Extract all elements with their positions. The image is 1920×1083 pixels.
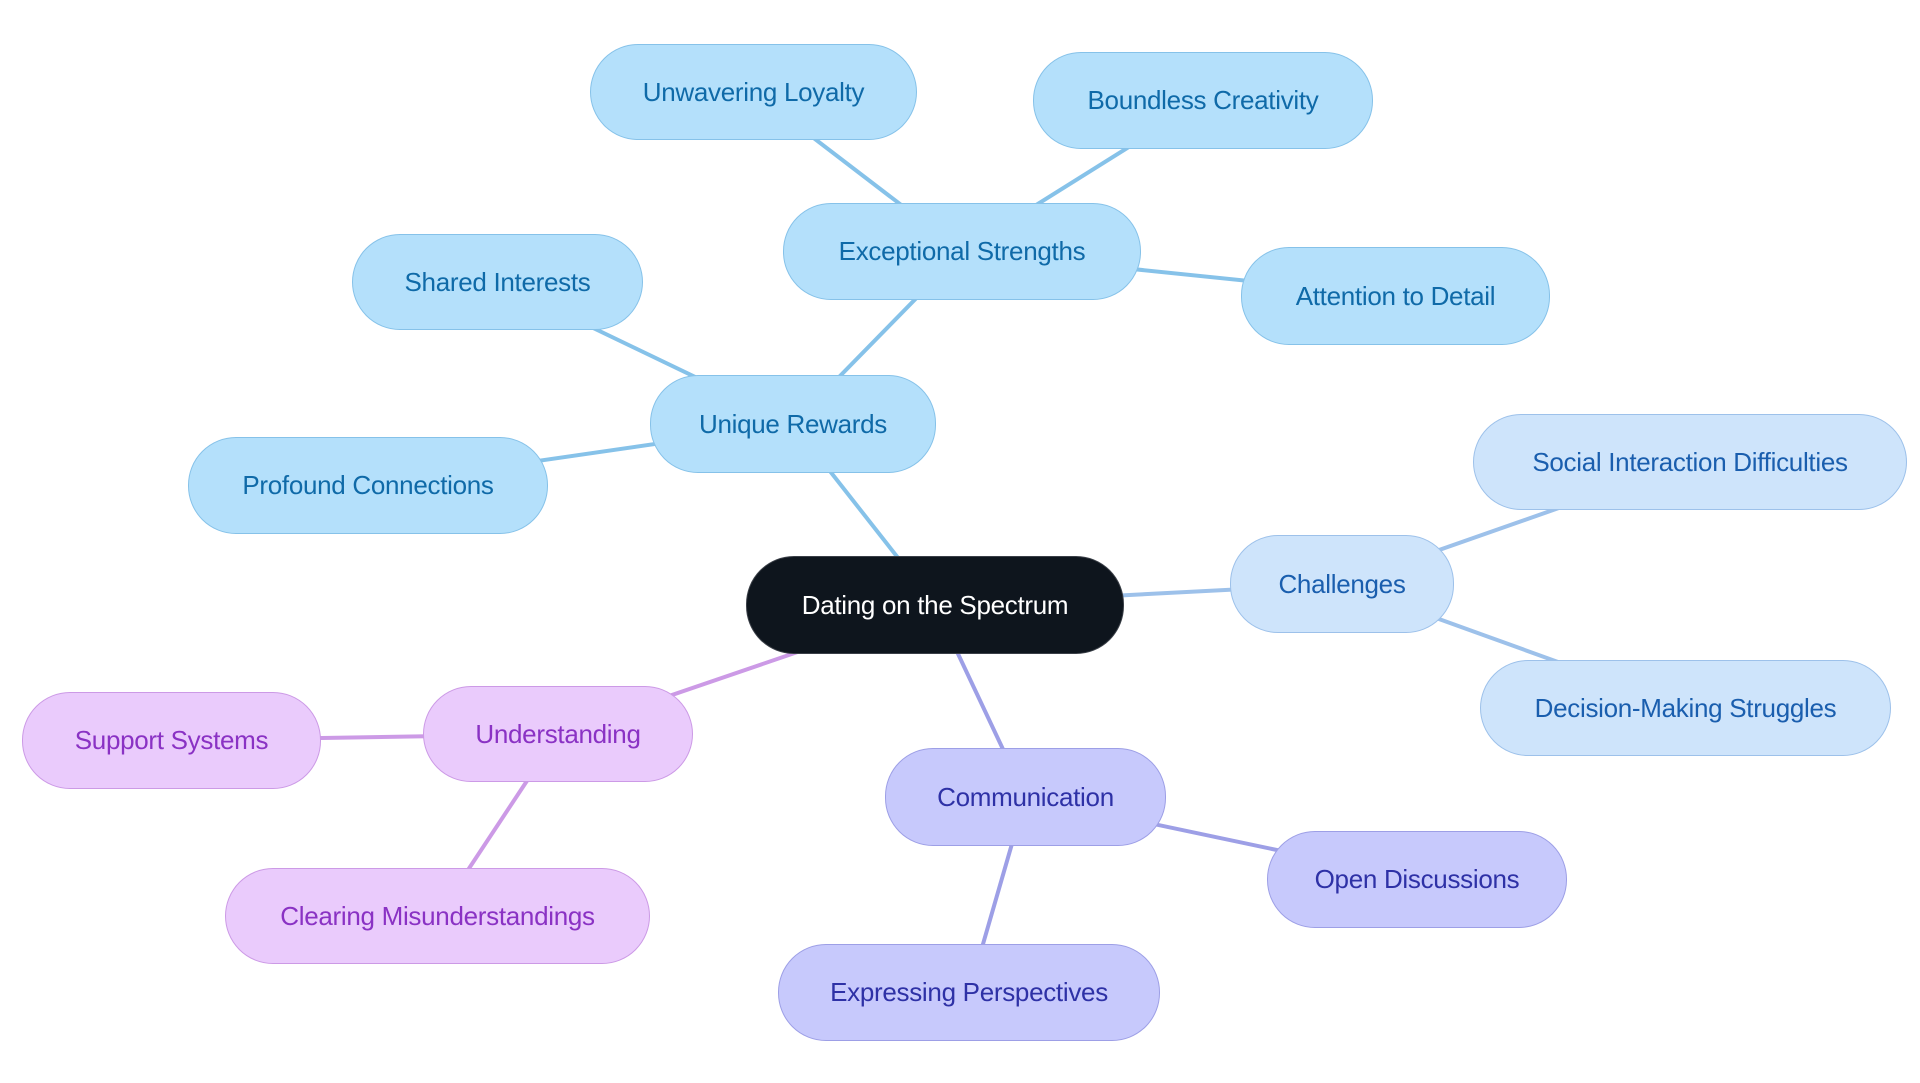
- node-unwavering-loyalty[interactable]: Unwavering Loyalty: [590, 44, 917, 140]
- node-expressing-perspectives[interactable]: Expressing Perspectives: [778, 944, 1160, 1041]
- node-understanding[interactable]: Understanding: [423, 686, 693, 782]
- node-shared-interests[interactable]: Shared Interests: [352, 234, 643, 330]
- node-clearing-misunderstandings[interactable]: Clearing Misunderstandings: [225, 868, 650, 964]
- node-open-discussions[interactable]: Open Discussions: [1267, 831, 1567, 928]
- node-boundless-creativity[interactable]: Boundless Creativity: [1033, 52, 1373, 149]
- root-node[interactable]: Dating on the Spectrum: [746, 556, 1124, 654]
- node-unique-rewards[interactable]: Unique Rewards: [650, 375, 936, 473]
- node-communication[interactable]: Communication: [885, 748, 1166, 846]
- node-decision-making-struggles[interactable]: Decision-Making Struggles: [1480, 660, 1891, 756]
- node-support-systems[interactable]: Support Systems: [22, 692, 321, 789]
- node-attention-to-detail[interactable]: Attention to Detail: [1241, 247, 1550, 345]
- node-social-interaction-difficulties[interactable]: Social Interaction Difficulties: [1473, 414, 1907, 510]
- node-challenges[interactable]: Challenges: [1230, 535, 1454, 633]
- node-profound-connections[interactable]: Profound Connections: [188, 437, 548, 534]
- node-exceptional-strengths[interactable]: Exceptional Strengths: [783, 203, 1141, 300]
